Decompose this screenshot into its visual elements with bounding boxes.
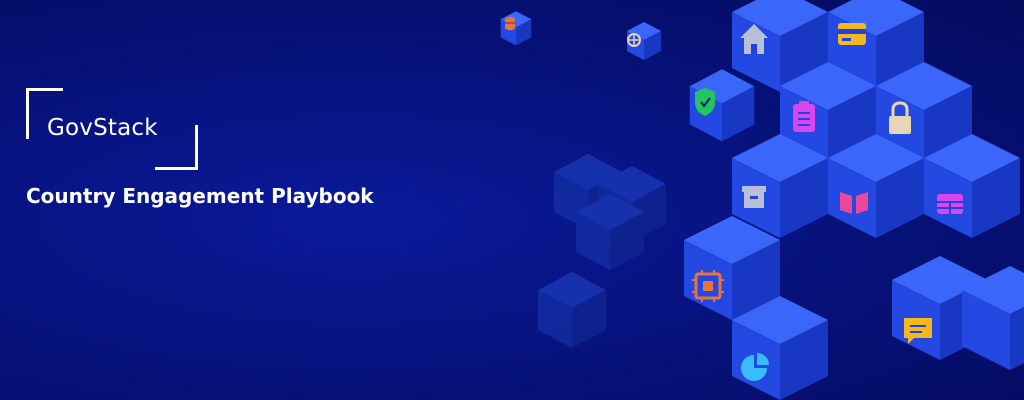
faint-cube-cluster [538, 154, 666, 348]
cpu-chip-icon [692, 270, 724, 302]
cube-illustration [500, 0, 1024, 400]
globe-cube [627, 22, 661, 60]
archive-box-icon [742, 186, 766, 208]
database-cube [500, 11, 532, 46]
shield-cube [689, 69, 755, 142]
cube-wall [684, 0, 1024, 400]
hero-banner: GovStack Country Engagement Playbook [0, 0, 1024, 400]
credit-card-icon [838, 23, 866, 45]
table-icon [937, 194, 963, 214]
clipboard-list-icon [793, 101, 815, 132]
globe-icon [627, 33, 641, 47]
database-icon [505, 16, 515, 31]
